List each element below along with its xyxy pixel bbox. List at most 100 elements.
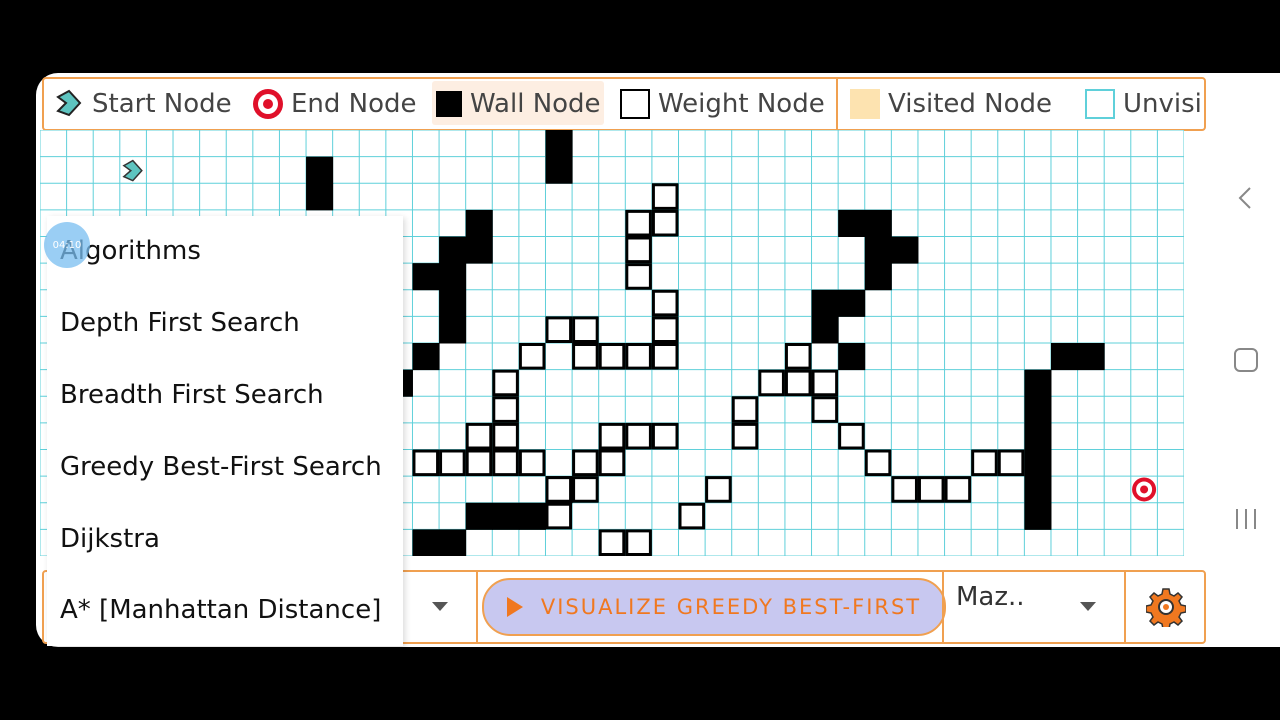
weight-node[interactable] [625,422,652,450]
weight-node[interactable] [492,369,519,397]
wall-node-icon [436,91,462,117]
weight-node[interactable] [465,449,493,477]
wall-node[interactable] [1077,343,1105,371]
wall-node[interactable] [811,316,839,344]
visualize-button[interactable]: VISUALIZE GREEDY BEST-FIRST [482,578,946,636]
wall-node[interactable] [1024,476,1052,504]
weight-node[interactable] [971,449,998,477]
weight-node[interactable] [439,449,466,477]
weight-node[interactable] [651,209,679,237]
weight-node[interactable] [518,343,546,370]
weight-node[interactable] [784,369,812,397]
wall-node[interactable] [1024,502,1052,530]
weight-node[interactable] [651,183,679,210]
gear-icon[interactable] [1146,587,1186,627]
weight-node-icon [620,89,650,119]
maze-select[interactable]: Maz.. [956,582,1025,612]
weight-node[interactable] [598,529,626,556]
recents-nav-icon[interactable] [1232,506,1260,532]
wall-node[interactable] [838,209,866,237]
wall-node[interactable] [465,502,493,530]
wall-node[interactable] [439,529,467,556]
wall-node[interactable] [439,316,467,344]
weight-node[interactable] [492,422,519,450]
wall-node[interactable] [518,502,546,530]
wall-node[interactable] [545,156,573,184]
weight-node[interactable] [625,236,652,264]
weight-node[interactable] [731,396,759,423]
weight-node[interactable] [545,476,573,503]
dropdown-option-bfs[interactable]: Breadth First Search [60,380,324,410]
dropdown-option-astar[interactable]: A* [Manhattan Distance] [60,595,381,625]
weight-node[interactable] [492,396,519,423]
weight-node[interactable] [651,289,679,317]
wall-node[interactable] [838,343,866,371]
weight-node[interactable] [598,449,626,477]
wall-node[interactable] [1024,449,1052,477]
chevron-down-icon[interactable] [1080,602,1096,611]
wall-node[interactable] [864,209,892,237]
weight-node[interactable] [598,343,626,370]
weight-node[interactable] [758,369,785,397]
dropdown-option-dijkstra[interactable]: Dijkstra [60,524,160,554]
dropdown-option-greedy[interactable]: Greedy Best-First Search [60,452,382,482]
wall-node[interactable] [439,289,467,317]
weight-node[interactable] [944,476,972,503]
wall-node[interactable] [465,236,493,264]
weight-node[interactable] [625,263,652,290]
wall-node[interactable] [1024,396,1052,424]
dropdown-option-dfs[interactable]: Depth First Search [60,308,300,338]
weight-node[interactable] [651,343,679,370]
wall-node[interactable] [1024,369,1052,397]
back-nav-icon[interactable] [1236,186,1256,210]
weight-node[interactable] [997,449,1025,477]
weight-node[interactable] [784,343,812,370]
weight-node[interactable] [545,502,573,530]
wall-node[interactable] [412,263,440,291]
wall-node[interactable] [492,502,520,530]
weight-node[interactable] [572,316,599,343]
weight-node[interactable] [518,449,546,477]
weight-node[interactable] [572,449,599,477]
weight-node[interactable] [678,502,706,530]
wall-node[interactable] [412,529,440,556]
weight-node[interactable] [651,422,679,450]
weight-node[interactable] [891,476,918,503]
wall-node[interactable] [439,236,467,264]
home-nav-icon[interactable] [1233,347,1259,373]
wall-node[interactable] [439,263,467,291]
wall-node[interactable] [465,209,493,237]
wall-node[interactable] [412,343,440,371]
wall-node[interactable] [1024,422,1052,450]
weight-node[interactable] [651,316,679,343]
weight-node[interactable] [412,449,440,477]
wall-node[interactable] [838,289,866,317]
weight-node[interactable] [545,316,573,343]
weight-node[interactable] [572,476,599,503]
weight-node[interactable] [625,343,652,370]
weight-node[interactable] [838,422,865,450]
wall-node[interactable] [864,263,892,291]
wall-node[interactable] [811,289,839,317]
wall-node[interactable] [306,183,334,211]
wall-node[interactable] [891,236,919,264]
weight-node[interactable] [625,529,652,556]
weight-node[interactable] [492,449,519,477]
chevron-down-icon[interactable] [432,602,448,611]
wall-node[interactable] [864,236,892,264]
weight-node[interactable] [917,476,945,503]
play-icon [506,597,523,617]
wall-node[interactable] [306,156,334,184]
end-node-center[interactable] [1140,485,1149,494]
wall-node[interactable] [1050,343,1079,371]
wall-node[interactable] [545,130,573,158]
weight-node[interactable] [811,369,839,397]
weight-node[interactable] [598,422,626,450]
weight-node[interactable] [731,422,759,450]
weight-node[interactable] [572,343,599,370]
weight-node[interactable] [811,396,839,423]
weight-node[interactable] [625,209,652,237]
weight-node[interactable] [864,449,892,477]
weight-node[interactable] [465,422,493,450]
weight-node[interactable] [705,476,732,503]
